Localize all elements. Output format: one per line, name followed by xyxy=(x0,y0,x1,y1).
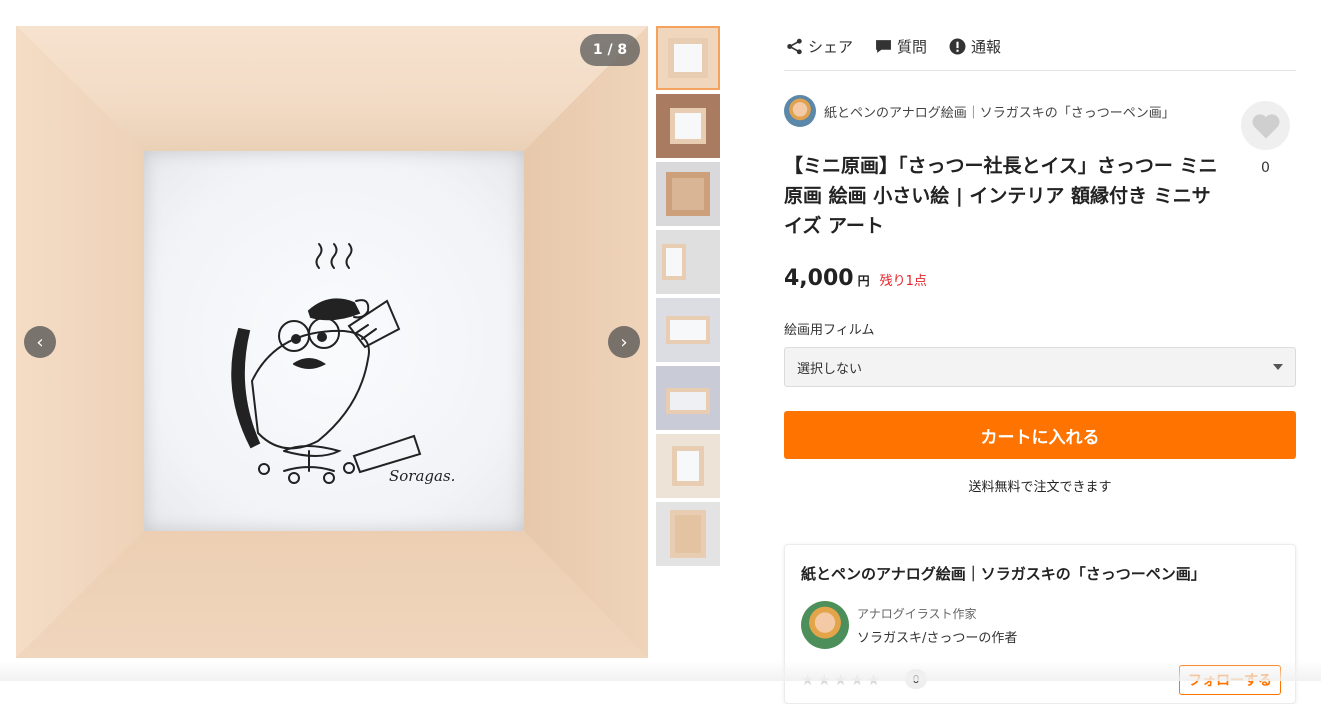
divider xyxy=(784,70,1296,71)
bottom-fade xyxy=(0,661,1321,681)
favorite-count: 0 xyxy=(1261,160,1270,176)
share-label: シェア xyxy=(808,38,854,56)
thumbnail-1[interactable] xyxy=(656,26,720,90)
shipping-note: 送料無料で注文できます xyxy=(968,480,1112,495)
thumbnail-6[interactable] xyxy=(656,366,720,430)
shop-link[interactable]: 紙とペンのアナログ絵画｜ソラガスキの「さっつーペン画」 xyxy=(784,95,1175,127)
thumbnail-5[interactable] xyxy=(656,298,720,362)
shop-name: 紙とペンのアナログ絵画｜ソラガスキの「さっつーペン画」 xyxy=(824,105,1175,121)
report-link[interactable]: 通報 xyxy=(949,36,1001,57)
film-option-select[interactable]: 選択しない xyxy=(784,347,1296,387)
thumbnail-7[interactable] xyxy=(656,434,720,498)
thumbnail-4[interactable] xyxy=(656,230,720,294)
shop-card-title[interactable]: 紙とペンのアナログ絵画｜ソラガスキの「さっつーペン画」 xyxy=(801,563,1206,584)
image-counter: 1 / 8 xyxy=(580,34,640,66)
thumbnail-image xyxy=(668,38,708,78)
action-links: シェア 質問 通報 xyxy=(786,36,1001,57)
favorite-button[interactable] xyxy=(1241,101,1290,150)
main-product-image[interactable]: Soragas. xyxy=(16,26,648,658)
thumbnail-image xyxy=(666,388,710,414)
artist-name: ソラガスキ/さっつーの作者 xyxy=(857,631,1018,646)
chevron-left-icon: ‹ xyxy=(36,331,44,353)
artwork-signature: Soragas. xyxy=(389,467,455,485)
artwork-drawing: Soragas. xyxy=(231,243,455,485)
stock-status: 残り1点 xyxy=(879,274,927,289)
prev-image-button[interactable]: ‹ xyxy=(24,326,56,358)
alert-icon xyxy=(949,38,966,55)
add-to-cart-button[interactable]: カートに入れる xyxy=(784,411,1296,459)
question-link[interactable]: 質問 xyxy=(875,36,927,57)
chevron-right-icon: › xyxy=(620,331,628,353)
thumbnail-3[interactable] xyxy=(656,162,720,226)
thumbnail-image xyxy=(662,244,686,280)
thumbnail-8[interactable] xyxy=(656,502,720,566)
thumbnail-image xyxy=(666,316,710,344)
report-label: 通報 xyxy=(971,38,1002,56)
speech-bubble-icon xyxy=(876,40,891,53)
thumbnail-2[interactable] xyxy=(656,94,720,158)
share-icon xyxy=(787,38,802,55)
price-row: 4,000 円 残り1点 xyxy=(784,266,927,291)
thumbnail-image xyxy=(670,108,706,144)
heart-icon xyxy=(1251,113,1280,138)
thumbnail-image xyxy=(670,510,706,558)
artist-role: アナログイラスト作家 xyxy=(857,607,977,621)
question-label: 質問 xyxy=(897,38,928,56)
artist-avatar[interactable] xyxy=(801,601,849,649)
thumbnail-image xyxy=(666,172,710,216)
product-title: 【ミニ原画】「さっつー社長とイス」さっつー ミニ原画 絵画 小さい絵 | インテ… xyxy=(784,155,1218,237)
avatar xyxy=(784,95,816,127)
option-label: 絵画用フィルム xyxy=(784,323,875,338)
thumbnail-image xyxy=(672,446,704,486)
caret-down-icon xyxy=(1273,364,1283,370)
price: 4,000 xyxy=(784,266,854,291)
select-value: 選択しない xyxy=(797,361,863,377)
currency: 円 xyxy=(857,274,870,288)
next-image-button[interactable]: › xyxy=(608,326,640,358)
artwork-paper: Soragas. xyxy=(144,151,524,531)
share-link[interactable]: シェア xyxy=(786,36,853,57)
